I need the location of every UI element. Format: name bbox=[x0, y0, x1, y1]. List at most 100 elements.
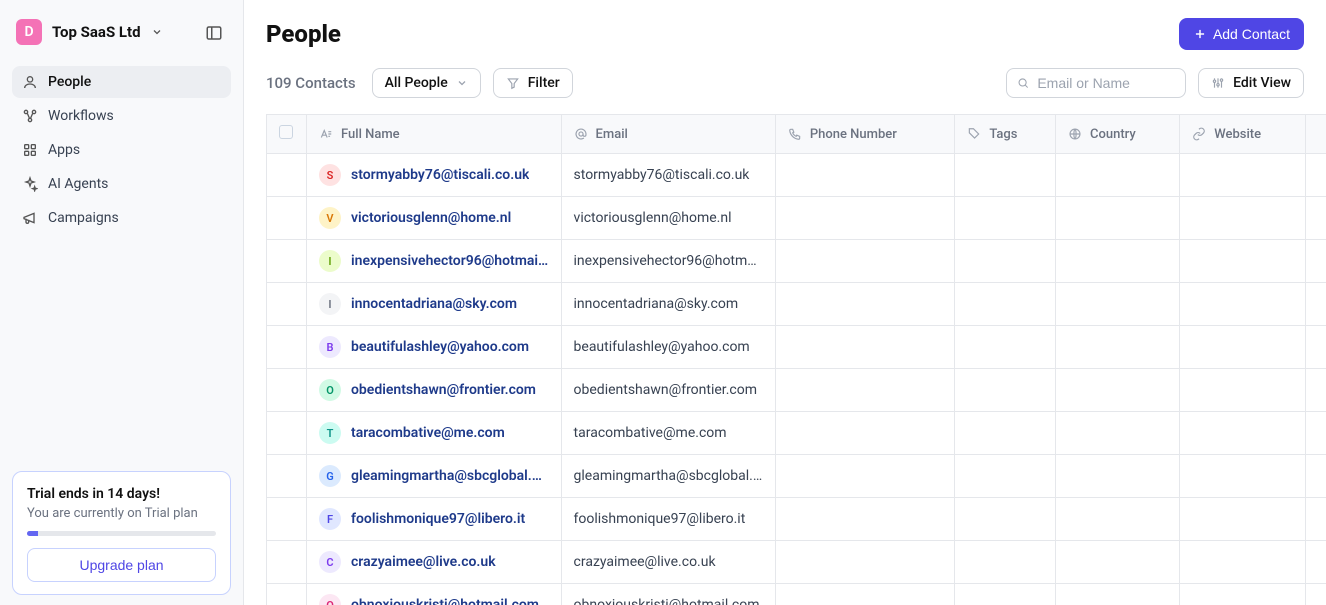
row-extra-cell[interactable] bbox=[1306, 541, 1326, 584]
row-name-cell[interactable]: S stormyabby76@tiscali.co.uk bbox=[307, 154, 562, 197]
row-extra-cell[interactable] bbox=[1306, 240, 1326, 283]
row-extra-cell[interactable] bbox=[1306, 498, 1326, 541]
edit-view-button[interactable]: Edit View bbox=[1198, 68, 1304, 98]
row-website-cell[interactable] bbox=[1180, 455, 1306, 498]
sidebar-collapse-icon[interactable] bbox=[201, 18, 227, 46]
row-phone-cell[interactable] bbox=[775, 498, 954, 541]
row-website-cell[interactable] bbox=[1180, 584, 1306, 605]
search-input[interactable] bbox=[1037, 75, 1175, 91]
table-row[interactable]: O obedientshawn@frontier.com obedientsha… bbox=[267, 369, 1326, 412]
column-tags[interactable]: Tags bbox=[955, 115, 1056, 154]
row-tags-cell[interactable] bbox=[955, 584, 1056, 605]
row-email-cell[interactable]: crazyaimee@live.co.uk bbox=[561, 541, 775, 584]
row-checkbox[interactable] bbox=[267, 412, 307, 455]
row-extra-cell[interactable] bbox=[1306, 455, 1326, 498]
row-phone-cell[interactable] bbox=[775, 283, 954, 326]
row-country-cell[interactable] bbox=[1056, 154, 1180, 197]
row-email-cell[interactable]: taracombative@me.com bbox=[561, 412, 775, 455]
row-extra-cell[interactable] bbox=[1306, 369, 1326, 412]
row-email-cell[interactable]: gleamingmartha@sbcglobal.net bbox=[561, 455, 775, 498]
row-email-cell[interactable]: beautifulashley@yahoo.com bbox=[561, 326, 775, 369]
row-checkbox[interactable] bbox=[267, 541, 307, 584]
row-checkbox[interactable] bbox=[267, 283, 307, 326]
row-extra-cell[interactable] bbox=[1306, 326, 1326, 369]
row-checkbox[interactable] bbox=[267, 369, 307, 412]
add-contact-button[interactable]: Add Contact bbox=[1179, 18, 1304, 50]
sidebar-item-campaigns[interactable]: Campaigns bbox=[12, 202, 231, 234]
row-name-cell[interactable]: I innocentadriana@sky.com bbox=[307, 283, 562, 326]
workspace-switcher[interactable]: D Top SaaS Ltd bbox=[16, 19, 163, 45]
row-country-cell[interactable] bbox=[1056, 240, 1180, 283]
row-checkbox[interactable] bbox=[267, 197, 307, 240]
table-row[interactable]: C crazyaimee@live.co.uk crazyaimee@live.… bbox=[267, 541, 1326, 584]
filter-button[interactable]: Filter bbox=[493, 68, 573, 98]
row-tags-cell[interactable] bbox=[955, 197, 1056, 240]
row-tags-cell[interactable] bbox=[955, 283, 1056, 326]
row-tags-cell[interactable] bbox=[955, 240, 1056, 283]
row-phone-cell[interactable] bbox=[775, 412, 954, 455]
row-tags-cell[interactable] bbox=[955, 369, 1056, 412]
row-name-cell[interactable]: T taracombative@me.com bbox=[307, 412, 562, 455]
row-country-cell[interactable] bbox=[1056, 197, 1180, 240]
row-email-cell[interactable]: stormyabby76@tiscali.co.uk bbox=[561, 154, 775, 197]
contacts-table-wrapper[interactable]: Full Name Email Phone bbox=[244, 114, 1326, 605]
row-tags-cell[interactable] bbox=[955, 326, 1056, 369]
row-checkbox[interactable] bbox=[267, 498, 307, 541]
row-phone-cell[interactable] bbox=[775, 369, 954, 412]
row-extra-cell[interactable] bbox=[1306, 154, 1326, 197]
row-name-cell[interactable]: O obedientshawn@frontier.com bbox=[307, 369, 562, 412]
row-website-cell[interactable] bbox=[1180, 541, 1306, 584]
column-website[interactable]: Website bbox=[1180, 115, 1306, 154]
row-tags-cell[interactable] bbox=[955, 154, 1056, 197]
row-phone-cell[interactable] bbox=[775, 584, 954, 605]
column-extra[interactable] bbox=[1306, 115, 1326, 154]
row-website-cell[interactable] bbox=[1180, 154, 1306, 197]
row-website-cell[interactable] bbox=[1180, 498, 1306, 541]
row-country-cell[interactable] bbox=[1056, 498, 1180, 541]
row-tags-cell[interactable] bbox=[955, 412, 1056, 455]
search-input-wrapper[interactable] bbox=[1006, 68, 1186, 98]
row-name-cell[interactable]: B beautifulashley@yahoo.com bbox=[307, 326, 562, 369]
row-email-cell[interactable]: foolishmonique97@libero.it bbox=[561, 498, 775, 541]
table-row[interactable]: I innocentadriana@sky.com innocentadrian… bbox=[267, 283, 1326, 326]
row-phone-cell[interactable] bbox=[775, 455, 954, 498]
row-name-cell[interactable]: V victoriousglenn@home.nl bbox=[307, 197, 562, 240]
row-phone-cell[interactable] bbox=[775, 154, 954, 197]
table-row[interactable]: B beautifulashley@yahoo.com beautifulash… bbox=[267, 326, 1326, 369]
table-row[interactable]: V victoriousglenn@home.nl victoriousglen… bbox=[267, 197, 1326, 240]
row-website-cell[interactable] bbox=[1180, 283, 1306, 326]
row-email-cell[interactable]: obedientshawn@frontier.com bbox=[561, 369, 775, 412]
row-checkbox[interactable] bbox=[267, 154, 307, 197]
row-name-cell[interactable]: F foolishmonique97@libero.it bbox=[307, 498, 562, 541]
row-country-cell[interactable] bbox=[1056, 412, 1180, 455]
row-tags-cell[interactable] bbox=[955, 455, 1056, 498]
table-row[interactable]: T taracombative@me.com taracombative@me.… bbox=[267, 412, 1326, 455]
row-name-cell[interactable]: G gleamingmartha@sbcglobal.net bbox=[307, 455, 562, 498]
row-extra-cell[interactable] bbox=[1306, 412, 1326, 455]
table-row[interactable]: F foolishmonique97@libero.it foolishmoni… bbox=[267, 498, 1326, 541]
row-phone-cell[interactable] bbox=[775, 326, 954, 369]
sidebar-item-ai-agents[interactable]: AI Agents bbox=[12, 168, 231, 200]
sidebar-item-people[interactable]: People bbox=[12, 66, 231, 98]
column-full-name[interactable]: Full Name bbox=[307, 115, 562, 154]
row-country-cell[interactable] bbox=[1056, 541, 1180, 584]
row-email-cell[interactable]: victoriousglenn@home.nl bbox=[561, 197, 775, 240]
row-country-cell[interactable] bbox=[1056, 283, 1180, 326]
row-name-cell[interactable]: O obnoxiouskristi@hotmail.com bbox=[307, 584, 562, 605]
row-checkbox[interactable] bbox=[267, 240, 307, 283]
column-phone[interactable]: Phone Number bbox=[775, 115, 954, 154]
column-country[interactable]: Country bbox=[1056, 115, 1180, 154]
row-extra-cell[interactable] bbox=[1306, 584, 1326, 605]
row-country-cell[interactable] bbox=[1056, 455, 1180, 498]
sidebar-item-apps[interactable]: Apps bbox=[12, 134, 231, 166]
row-country-cell[interactable] bbox=[1056, 326, 1180, 369]
row-phone-cell[interactable] bbox=[775, 197, 954, 240]
row-extra-cell[interactable] bbox=[1306, 283, 1326, 326]
row-website-cell[interactable] bbox=[1180, 369, 1306, 412]
row-email-cell[interactable]: innocentadriana@sky.com bbox=[561, 283, 775, 326]
row-website-cell[interactable] bbox=[1180, 197, 1306, 240]
row-email-cell[interactable]: inexpensivehector96@hotmail.it bbox=[561, 240, 775, 283]
row-country-cell[interactable] bbox=[1056, 584, 1180, 605]
row-checkbox[interactable] bbox=[267, 455, 307, 498]
row-website-cell[interactable] bbox=[1180, 326, 1306, 369]
